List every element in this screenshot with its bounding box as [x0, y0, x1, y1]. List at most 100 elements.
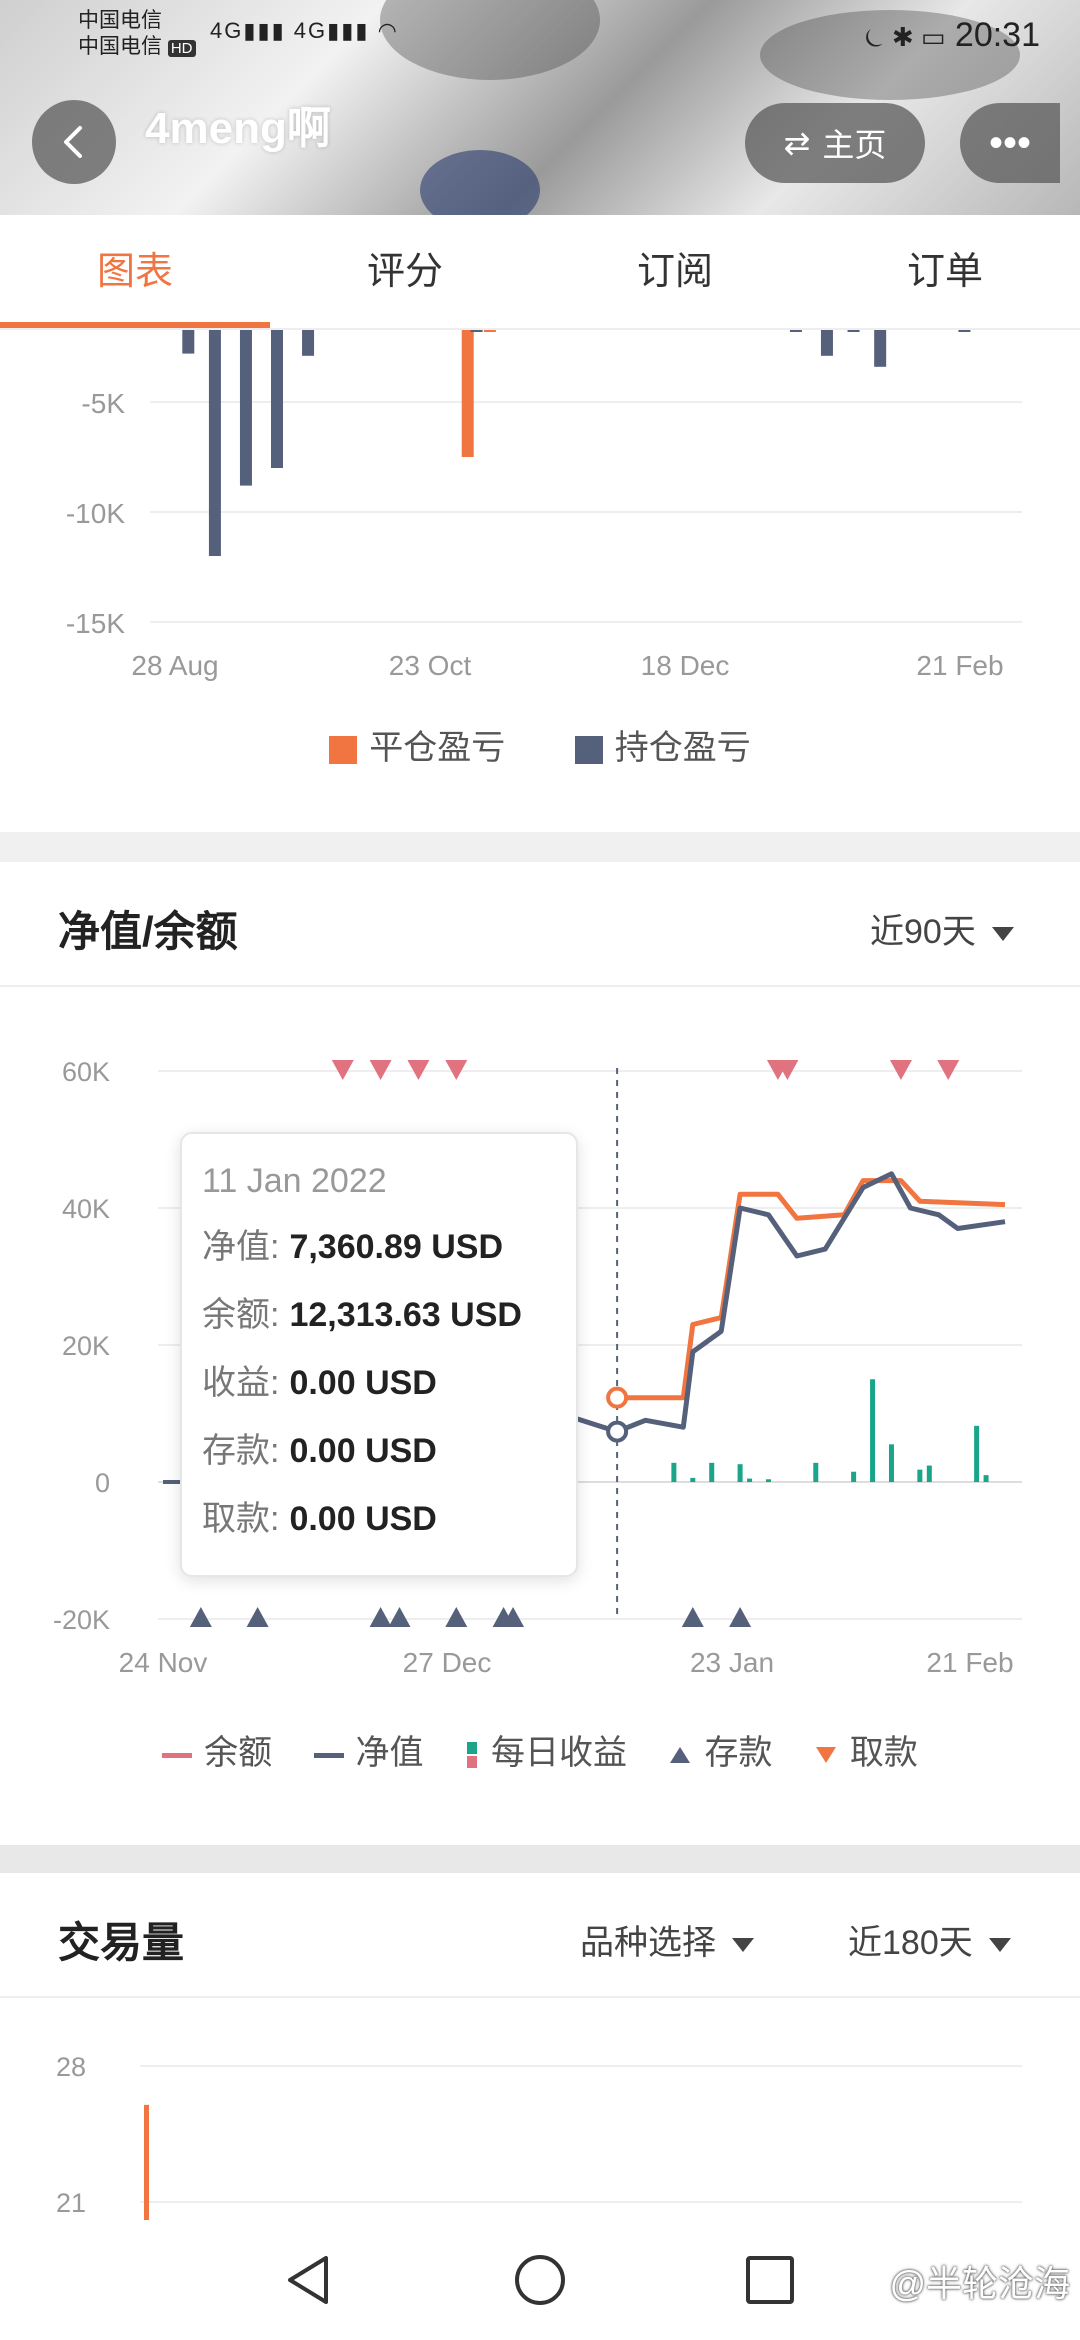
daily-profit-bar — [737, 1464, 743, 1482]
daily-profit-bar — [926, 1465, 932, 1482]
legend-label: 平仓盈亏 — [369, 729, 506, 767]
x-tick-label: 18 Dec — [641, 650, 730, 681]
tab-bar: 图表 评分 订阅 订单 — [0, 215, 1080, 330]
volume-section-header: 交易量 品种选择 近180天 — [0, 1873, 1080, 1998]
carrier-info: 中国电信 中国电信 HD — [78, 8, 196, 62]
legend-swatch — [329, 736, 358, 765]
y-tick-label: -5K — [81, 388, 125, 419]
daily-profit-bar — [870, 1379, 876, 1482]
y-tick-label: 28 — [56, 2052, 86, 2082]
nav-recents-button[interactable] — [738, 2248, 802, 2312]
chevron-down-icon — [988, 1938, 1011, 1953]
x-tick-label: 24 Nov — [119, 1647, 208, 1678]
legend-label: 持仓盈亏 — [614, 729, 751, 767]
tooltip-row-equity: 净值: 7,360.89 USD — [202, 1228, 504, 1266]
tooltip-row-balance: 余额: 12,313.63 USD — [202, 1296, 522, 1334]
legend-item-balance[interactable]: 余额 — [162, 1725, 272, 1774]
daily-profit-bar — [888, 1444, 894, 1482]
circle-home-icon — [515, 2255, 565, 2305]
signal-icon: 4G▮▮▮ 4G▮▮▮ ◠ — [210, 18, 399, 43]
pnl-bar — [302, 330, 315, 356]
x-tick-label: 28 Aug — [131, 650, 218, 681]
legend-item-withdraw[interactable]: 取款 — [814, 1725, 918, 1774]
triangle-down-icon — [815, 1747, 836, 1764]
more-icon: ••• — [988, 120, 1031, 165]
pnl-bar — [470, 330, 483, 332]
triangle-back-icon — [288, 2256, 328, 2304]
dash-icon — [162, 1753, 193, 1759]
square-recents-icon — [746, 2256, 794, 2304]
legend-label: 存款 — [704, 1734, 773, 1772]
pnl-bar — [483, 330, 496, 332]
legend-item-daily-profit[interactable]: 每日收益 — [465, 1725, 627, 1774]
pnl-bar — [820, 330, 833, 356]
pnl-bar — [874, 330, 887, 367]
swap-icon: ⇄ — [783, 125, 811, 161]
pnl-bar — [208, 330, 221, 556]
section-divider — [0, 832, 1080, 862]
x-tick-label: 21 Feb — [916, 650, 1003, 681]
pnl-bar — [182, 330, 195, 354]
volume-title: 交易量 — [58, 1919, 185, 1966]
daily-profit-bar — [974, 1425, 980, 1482]
equity-range-select[interactable]: 近90天 — [870, 904, 1014, 953]
x-tick-label: 23 Jan — [690, 1647, 774, 1678]
volume-range-select[interactable]: 近180天 — [848, 1915, 1011, 1964]
y-tick-label: 21 — [56, 2188, 86, 2218]
back-button[interactable] — [32, 100, 116, 184]
tooltip-row-withdraw: 取款: 0.00 USD — [202, 1500, 437, 1538]
nav-home-button[interactable] — [508, 2248, 572, 2312]
daily-profit-bar — [765, 1479, 771, 1482]
y-tick-label: -10K — [66, 498, 125, 529]
legend-label: 每日收益 — [491, 1734, 627, 1772]
nav-back-button[interactable] — [278, 2248, 342, 2312]
y-tick-label: 0 — [95, 1468, 110, 1498]
status-bar: 中国电信 中国电信 HD 4G▮▮▮ 4G▮▮▮ ◠ ⏾ ✱ ▭ 20:31 — [0, 0, 1080, 70]
legend-swatch — [574, 736, 603, 765]
pnl-bar — [239, 330, 252, 486]
triangle-up-icon — [670, 1747, 691, 1764]
daily-profit-bar — [671, 1462, 677, 1482]
deposit-marker — [388, 1607, 411, 1627]
tab-rating[interactable]: 评分 — [270, 215, 540, 328]
home-button[interactable]: ⇄ 主页 — [745, 103, 925, 183]
pnl-bar — [461, 330, 474, 457]
pnl-bar — [271, 330, 284, 468]
tab-chart[interactable]: 图表 — [0, 215, 270, 328]
x-tick-label: 27 Dec — [403, 1647, 492, 1678]
section-divider — [0, 1845, 1080, 1873]
balance-line — [617, 1178, 1006, 1401]
daily-profit-bar — [851, 1471, 857, 1482]
daily-profit-bar — [813, 1462, 819, 1482]
legend-item-closed-pnl[interactable]: 平仓盈亏 — [329, 720, 505, 769]
equity-range-label: 近90天 — [870, 913, 976, 951]
legend-item-deposit[interactable]: 存款 — [668, 1725, 772, 1774]
y-tick-label: 40K — [62, 1194, 110, 1224]
tab-subscribe[interactable]: 订阅 — [540, 215, 810, 328]
daily-profit-bar — [690, 1477, 696, 1482]
pnl-bar — [958, 330, 971, 332]
balance-point — [606, 1386, 629, 1409]
legend-label: 净值 — [355, 1734, 424, 1772]
watermark: @半轮沧海 — [889, 2263, 1070, 2304]
status-right: ⏾ ✱ ▭ 20:31 — [864, 16, 1040, 55]
more-button[interactable]: ••• — [960, 103, 1060, 183]
bars-icon — [467, 1742, 477, 1769]
daily-profit-bar — [917, 1469, 923, 1482]
y-tick-label: -20K — [53, 1605, 110, 1635]
tab-orders[interactable]: 订单 — [810, 215, 1080, 328]
volume-bar — [144, 2104, 149, 2222]
legend-label: 取款 — [849, 1734, 918, 1772]
chart-tooltip: 11 Jan 2022 净值: 7,360.89 USD 余额: 12,313.63… — [180, 1132, 578, 1577]
daily-profit-bar — [709, 1462, 715, 1482]
symbol-select[interactable]: 品种选择 — [580, 1915, 754, 1964]
pnl-bar — [847, 330, 860, 332]
y-tick-label: -15K — [66, 608, 125, 639]
legend-item-open-pnl[interactable]: 持仓盈亏 — [574, 720, 751, 769]
battery-icon: ⏾ ✱ ▭ — [864, 22, 946, 52]
deposit-marker — [681, 1607, 704, 1627]
equity-legend: 余额 净值 每日收益 存款 取款 — [0, 1725, 1080, 1774]
chevron-down-icon — [991, 927, 1014, 942]
legend-item-equity[interactable]: 净值 — [313, 1725, 424, 1774]
chevron-down-icon — [732, 1938, 754, 1953]
